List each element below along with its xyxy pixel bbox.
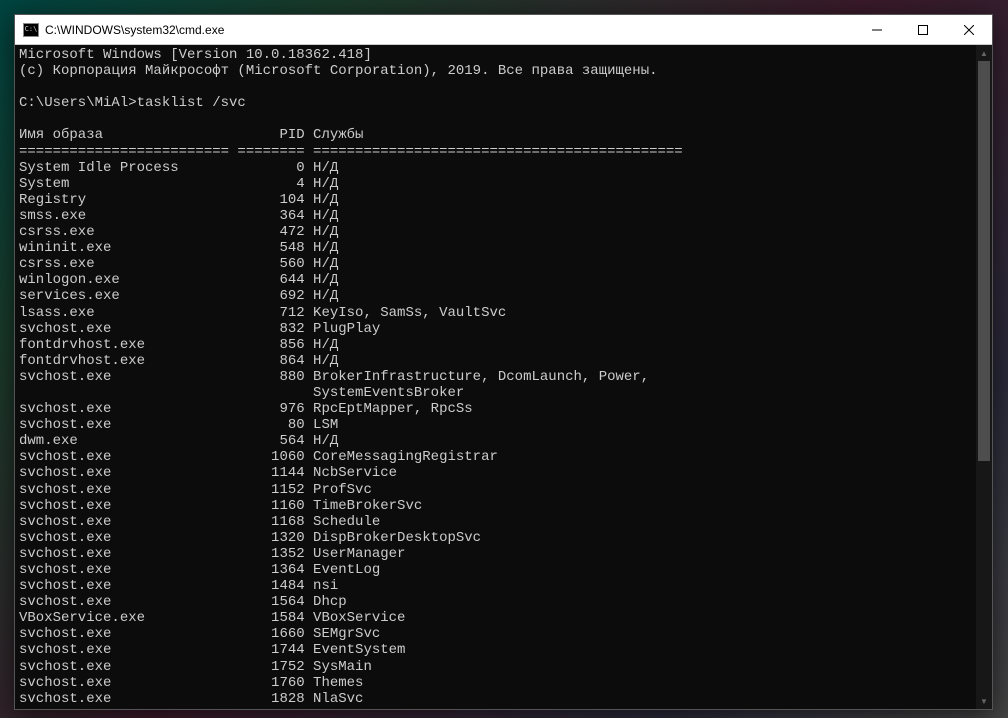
scroll-thumb[interactable] [978,61,990,461]
window-controls [854,15,992,44]
titlebar-left: C:\ C:\WINDOWS\system32\cmd.exe [15,23,224,37]
titlebar[interactable]: C:\ C:\WINDOWS\system32\cmd.exe [15,15,992,45]
minimize-button[interactable] [854,15,900,44]
window-title: C:\WINDOWS\system32\cmd.exe [45,23,224,37]
scroll-up-icon[interactable]: ▲ [976,45,992,61]
maximize-button[interactable] [900,15,946,44]
cmd-window: C:\ C:\WINDOWS\system32\cmd.exe Microsof… [14,14,993,710]
terminal-output[interactable]: Microsoft Windows [Version 10.0.18362.41… [15,45,992,709]
scrollbar[interactable]: ▲ ▼ [976,45,992,709]
close-button[interactable] [946,15,992,44]
cmd-icon: C:\ [23,23,39,37]
scroll-down-icon[interactable]: ▼ [976,693,992,709]
